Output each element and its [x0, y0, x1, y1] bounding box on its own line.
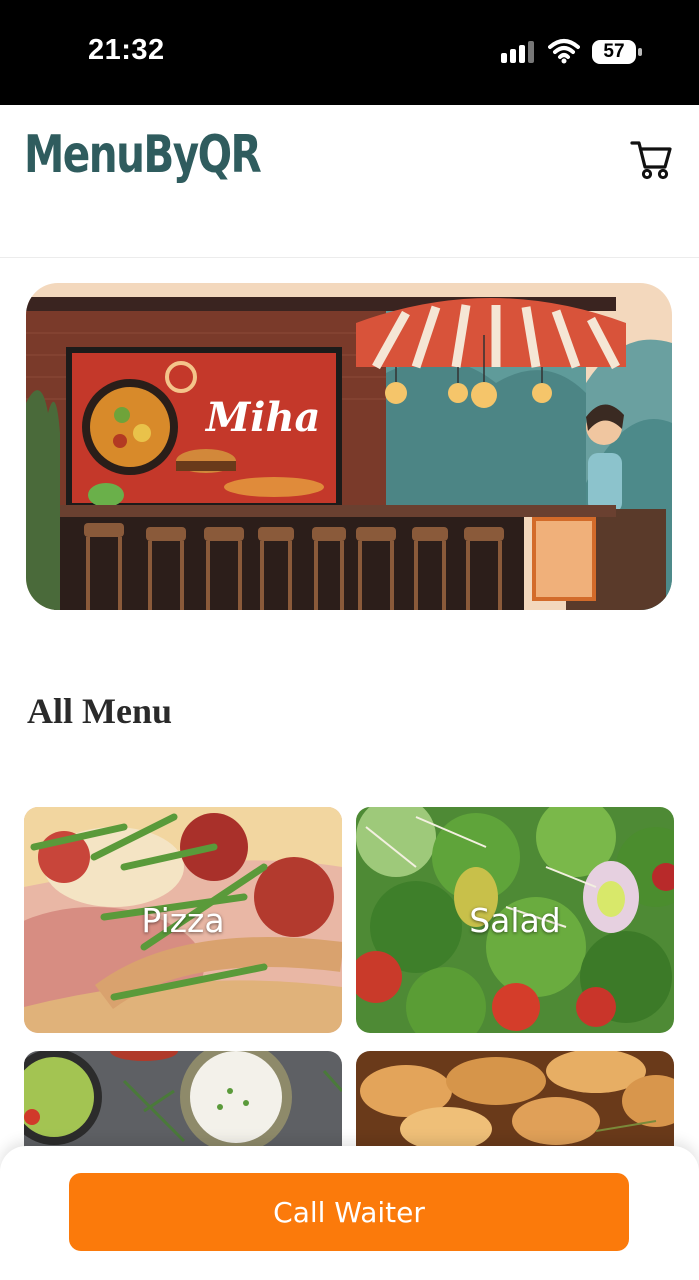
status-time: 21:32 [88, 34, 165, 66]
battery-level: 57 [603, 41, 625, 62]
battery-icon: 57 [591, 38, 643, 66]
category-card-salad[interactable]: Salad [356, 807, 674, 1033]
category-label-salad: Salad [469, 900, 561, 940]
bottom-action-sheet: Call Waiter [0, 1146, 699, 1280]
signal-icon [501, 41, 534, 63]
category-card-pizza[interactable]: Pizza [24, 807, 342, 1033]
restaurant-banner: Miha [26, 283, 672, 610]
status-bar: 21:32 57 [0, 0, 699, 105]
banner-sign-text: Miha [204, 394, 320, 441]
brand-logo: MenuByQR [24, 125, 262, 185]
call-waiter-button[interactable]: Call Waiter [69, 1173, 629, 1251]
cart-button[interactable] [628, 137, 674, 181]
category-label-pizza: Pizza [141, 900, 225, 940]
cart-icon [630, 141, 672, 180]
wifi-icon [548, 39, 580, 64]
header: MenuByQR [0, 105, 699, 258]
section-title: All Menu [27, 691, 173, 731]
